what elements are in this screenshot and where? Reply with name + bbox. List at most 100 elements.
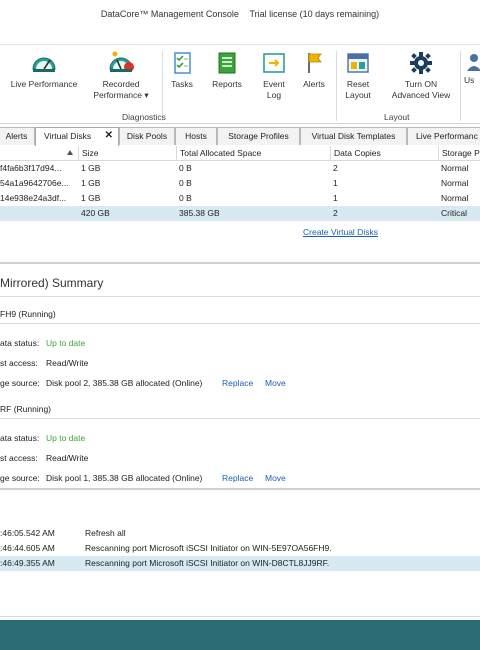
- summary-title: Mirrored) Summary: [0, 276, 104, 290]
- disk-size: 1 GB: [81, 178, 101, 188]
- reset-layout-label: Reset Layout: [345, 79, 371, 100]
- ribbon-separator: [336, 51, 337, 121]
- close-icon[interactable]: ✕: [105, 128, 113, 144]
- tab-label: Storage Profiles: [228, 131, 289, 141]
- disk-size: 1 GB: [81, 193, 101, 203]
- host-header: RF (Running): [0, 404, 52, 414]
- disk-copies: 1: [333, 193, 338, 203]
- pane-splitter[interactable]: [0, 262, 480, 264]
- divider: [0, 323, 480, 324]
- app-title: DataCore™ Management Console: [100, 9, 239, 19]
- tab-label: Alerts: [5, 131, 28, 141]
- virtual-disks-grid: Size Total Allocated Space Data Copies S…: [0, 146, 480, 221]
- tab-label: Live Performanc: [416, 131, 478, 141]
- tab-hosts[interactable]: Hosts: [175, 127, 217, 145]
- tab-strip: Alerts Virtual Disks ✕ Disk Pools Hosts S…: [0, 127, 480, 146]
- storage-source-value: Disk pool 2, 385.38 GB allocated (Online…: [46, 378, 203, 388]
- event-log-icon: [261, 51, 287, 75]
- tab-alerts[interactable]: Alerts: [0, 127, 35, 145]
- divider: [0, 418, 480, 419]
- tab-label: Disk Pools: [126, 131, 168, 141]
- recorded-performance-button[interactable]: Recorded Performance ▾: [86, 51, 156, 101]
- log-row-selected[interactable]: :46:49.355 AM Rescanning port Microsoft …: [0, 556, 480, 571]
- replace-link[interactable]: Replace: [222, 378, 253, 388]
- users-label: Us: [464, 75, 475, 85]
- disk-allocated: 385.38 GB: [179, 208, 220, 218]
- host-access-label: st access:: [0, 453, 38, 463]
- data-status-label: ata status:: [0, 433, 40, 443]
- column-header-storage-profile[interactable]: Storage P: [438, 146, 480, 161]
- recorded-performance-label: Recorded Performance ▾: [93, 79, 149, 100]
- gauge-icon: [31, 51, 57, 75]
- divider: [0, 296, 480, 297]
- flag-icon: [301, 51, 327, 75]
- sort-ascending-icon[interactable]: [67, 150, 73, 155]
- event-log-label: Event Log: [263, 79, 285, 100]
- log-row[interactable]: :46:05.542 AM Refresh all: [0, 526, 480, 541]
- table-row[interactable]: 14e938e24a3df... 1 GB 0 B 1 Normal: [0, 191, 480, 206]
- move-link[interactable]: Move: [265, 473, 286, 483]
- tab-live-performance[interactable]: Live Performanc: [407, 127, 480, 145]
- reset-layout-button[interactable]: Reset Layout: [340, 51, 376, 101]
- log-message: Rescanning port Microsoft iSCSI Initiato…: [85, 558, 330, 568]
- host-header: FH9 (Running): [0, 309, 56, 319]
- disk-copies: 1: [333, 178, 338, 188]
- data-status-value: Up to date: [46, 433, 86, 443]
- users-button[interactable]: Us: [464, 51, 480, 86]
- tab-virtual-disks[interactable]: Virtual Disks ✕: [35, 127, 119, 146]
- reports-button[interactable]: Reports: [207, 51, 247, 90]
- tab-label: Virtual Disk Templates: [311, 131, 396, 141]
- replace-link[interactable]: Replace: [222, 473, 253, 483]
- live-performance-button[interactable]: Live Performance: [6, 51, 82, 90]
- diagnostics-group-label: Diagnostics: [122, 112, 166, 122]
- event-log-button[interactable]: Event Log: [256, 51, 292, 101]
- alerts-button[interactable]: Alerts: [298, 51, 330, 90]
- column-header-allocated[interactable]: Total Allocated Space: [176, 146, 330, 161]
- host-access-value: Read/Write: [46, 453, 89, 463]
- storage-source-value: Disk pool 1, 385.38 GB allocated (Online…: [46, 473, 203, 483]
- ribbon: Live Performance Recorded Performance ▾ …: [0, 44, 480, 124]
- advanced-view-button[interactable]: Turn ON Advanced View: [386, 51, 456, 101]
- table-row[interactable]: 54a1a9642706e... 1 GB 0 B 1 Normal: [0, 176, 480, 191]
- log-row[interactable]: :46:44.605 AM Rescanning port Microsoft …: [0, 541, 480, 556]
- disk-copies: 2: [333, 208, 338, 218]
- tab-storage-profiles[interactable]: Storage Profiles: [217, 127, 300, 145]
- disk-profile: Normal: [441, 178, 469, 188]
- log-time: :46:44.605 AM: [0, 543, 55, 553]
- alerts-label: Alerts: [303, 79, 325, 89]
- table-row[interactable]: f4fa6b3f17d94... 1 GB 0 B 2 Normal: [0, 161, 480, 176]
- table-row-selected[interactable]: 420 GB 385.38 GB 2 Critical: [0, 206, 480, 221]
- host-access-value: Read/Write: [46, 358, 89, 368]
- ribbon-separator: [460, 51, 461, 121]
- disk-copies: 2: [333, 163, 338, 173]
- live-performance-label: Live Performance: [10, 79, 78, 89]
- layout-icon: [345, 51, 371, 75]
- layout-group-label: Layout: [384, 112, 410, 122]
- column-header-copies[interactable]: Data Copies: [330, 146, 438, 161]
- divider: [0, 616, 480, 617]
- create-virtual-disks-link[interactable]: Create Virtual Disks: [303, 227, 378, 237]
- tasks-icon: [169, 51, 195, 75]
- disk-size: 1 GB: [81, 163, 101, 173]
- tab-virtual-disk-templates[interactable]: Virtual Disk Templates: [300, 127, 407, 145]
- users-icon: [464, 51, 480, 75]
- disk-profile: Normal: [441, 193, 469, 203]
- disk-allocated: 0 B: [179, 178, 192, 188]
- title-bar: DataCore™ Management Console Trial licen…: [0, 0, 480, 30]
- grid-header: Size Total Allocated Space Data Copies S…: [0, 146, 480, 161]
- host-access-label: st access:: [0, 358, 38, 368]
- pane-splitter[interactable]: [0, 488, 480, 490]
- reports-icon: [214, 51, 240, 75]
- tasks-button[interactable]: Tasks: [165, 51, 199, 90]
- column-header-size[interactable]: Size: [78, 146, 176, 161]
- log-time: :46:49.355 AM: [0, 558, 55, 568]
- move-link[interactable]: Move: [265, 378, 286, 388]
- disk-name: 54a1a9642706e...: [0, 178, 69, 188]
- tab-label: Hosts: [185, 131, 207, 141]
- license-text: Trial license (10 days remaining): [249, 9, 380, 19]
- tab-disk-pools[interactable]: Disk Pools: [119, 127, 175, 145]
- status-bar: [0, 620, 480, 650]
- log-message: Refresh all: [85, 528, 126, 538]
- disk-name: 14e938e24a3df...: [0, 193, 67, 203]
- advanced-view-label: Turn ON Advanced View: [391, 79, 451, 100]
